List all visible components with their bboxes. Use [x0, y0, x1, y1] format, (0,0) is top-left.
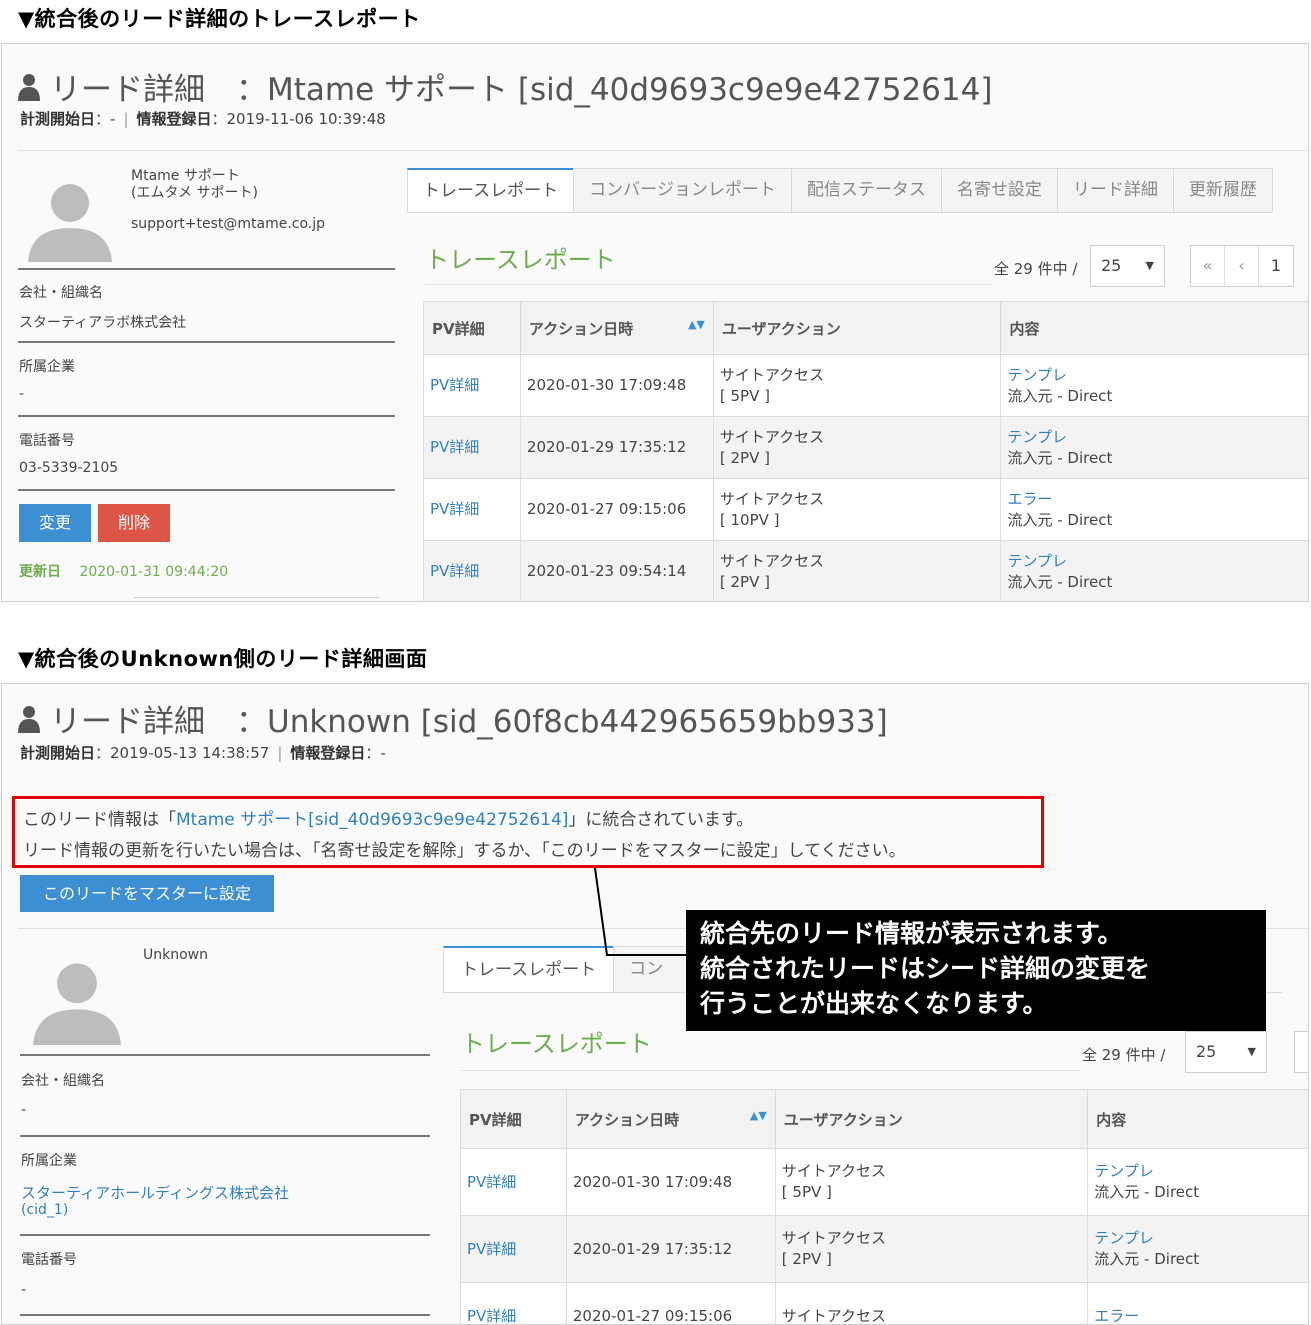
callout-line-1: 統合先のリード情報が表示されます。 [700, 919, 1123, 948]
callout-connector [594, 867, 690, 956]
annotation-callout: 統合先のリード情報が表示されます。 統合されたリードはシード詳細の変更を 行うこ… [686, 910, 1266, 1031]
callout-line-2: 統合されたリードはシード詳細の変更を [700, 954, 1151, 983]
callout-line-3: 行うことが出来なくなります。 [700, 989, 1048, 1018]
